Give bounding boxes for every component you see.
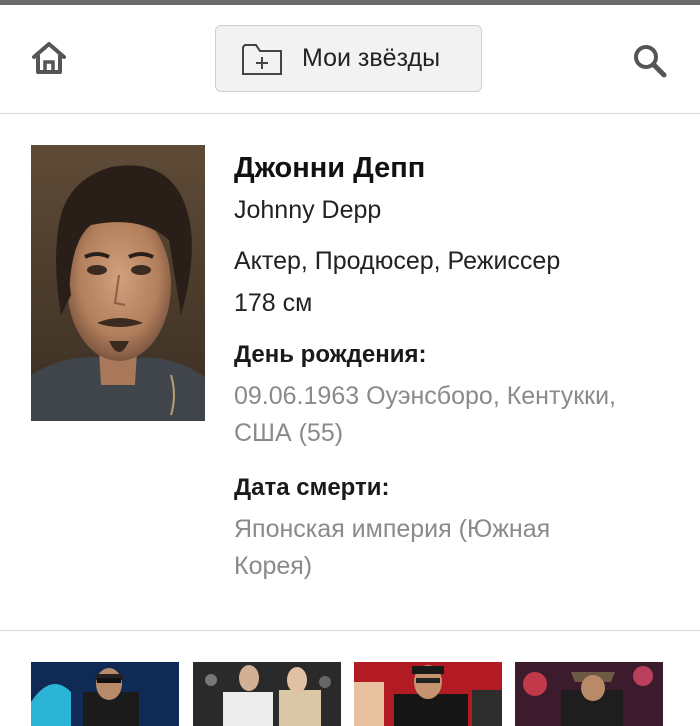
death-value: Японская империя (Южная Корея) bbox=[234, 511, 674, 585]
death-value-line2: Корея) bbox=[234, 552, 313, 580]
birth-value-line1: 09.06.1963 Оуэнсборо, Кентукки, bbox=[234, 382, 617, 410]
celebrity-name-ru: Джонни Депп bbox=[234, 152, 426, 184]
gallery-thumbnail[interactable] bbox=[31, 662, 179, 726]
birth-value: 09.06.1963 Оуэнсборо, Кентукки, США (55) bbox=[234, 378, 674, 452]
my-stars-label: Мои звёзды bbox=[302, 44, 441, 72]
profile-info: Джонни Депп Johnny Depp Актер, Продюсер,… bbox=[234, 150, 674, 585]
death-value-line1: Японская империя (Южная bbox=[234, 515, 551, 543]
search-button[interactable] bbox=[628, 41, 672, 85]
search-icon bbox=[632, 43, 668, 84]
my-stars-button[interactable]: Мои звёзды bbox=[215, 25, 482, 92]
birth-label: День рождения: bbox=[234, 341, 427, 368]
death-label: Дата смерти: bbox=[234, 474, 390, 501]
birth-value-line2: США (55) bbox=[234, 419, 344, 447]
gallery-thumbnail[interactable] bbox=[515, 662, 663, 726]
celebrity-profile: Джонни Депп Johnny Depp Актер, Продюсер,… bbox=[0, 114, 700, 630]
home-button[interactable] bbox=[28, 39, 70, 81]
section-divider bbox=[0, 630, 700, 631]
celebrity-height: 178 см bbox=[234, 289, 313, 317]
celebrity-photo[interactable] bbox=[31, 145, 205, 421]
app-header: Мои звёзды bbox=[0, 5, 700, 114]
celebrity-name-en: Johnny Depp bbox=[234, 196, 382, 224]
gallery-thumbnail[interactable] bbox=[354, 662, 502, 726]
home-icon bbox=[30, 40, 68, 81]
celebrity-roles: Актер, Продюсер, Режиссер bbox=[234, 247, 561, 275]
photo-gallery bbox=[0, 662, 700, 726]
gallery-thumbnail[interactable] bbox=[193, 662, 341, 726]
folder-plus-icon bbox=[240, 41, 284, 77]
